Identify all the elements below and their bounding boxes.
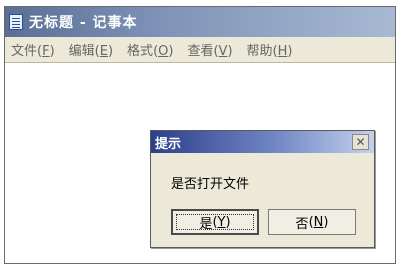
menu-format[interactable]: 格式(O) [127,40,173,59]
notepad-icon [9,14,23,30]
dialog-message: 是否打开文件 [171,177,250,192]
yes-button[interactable]: 是(Y) [171,209,259,235]
menu-bar: 文件(F) 编辑(E) 格式(O) 查看(V) 帮助(H) [5,37,395,63]
focus-ring [176,214,254,230]
menu-edit[interactable]: 编辑(E) [69,40,113,59]
no-button[interactable]: 否(N) [268,209,356,235]
menu-file[interactable]: 文件(F) [11,40,55,59]
window-title: 无标题 - 记事本 [29,15,138,31]
close-icon[interactable]: ✕ [352,134,369,150]
prompt-dialog: 提示 ✕ 是否打开文件 是(Y) 否(N) [150,130,375,248]
dialog-title: 提示 [155,136,182,152]
menu-view[interactable]: 查看(V) [187,40,232,59]
window-titlebar[interactable]: 无标题 - 记事本 [5,7,395,37]
dialog-titlebar[interactable]: 提示 ✕ [151,131,374,153]
menu-help[interactable]: 帮助(H) [247,40,293,59]
